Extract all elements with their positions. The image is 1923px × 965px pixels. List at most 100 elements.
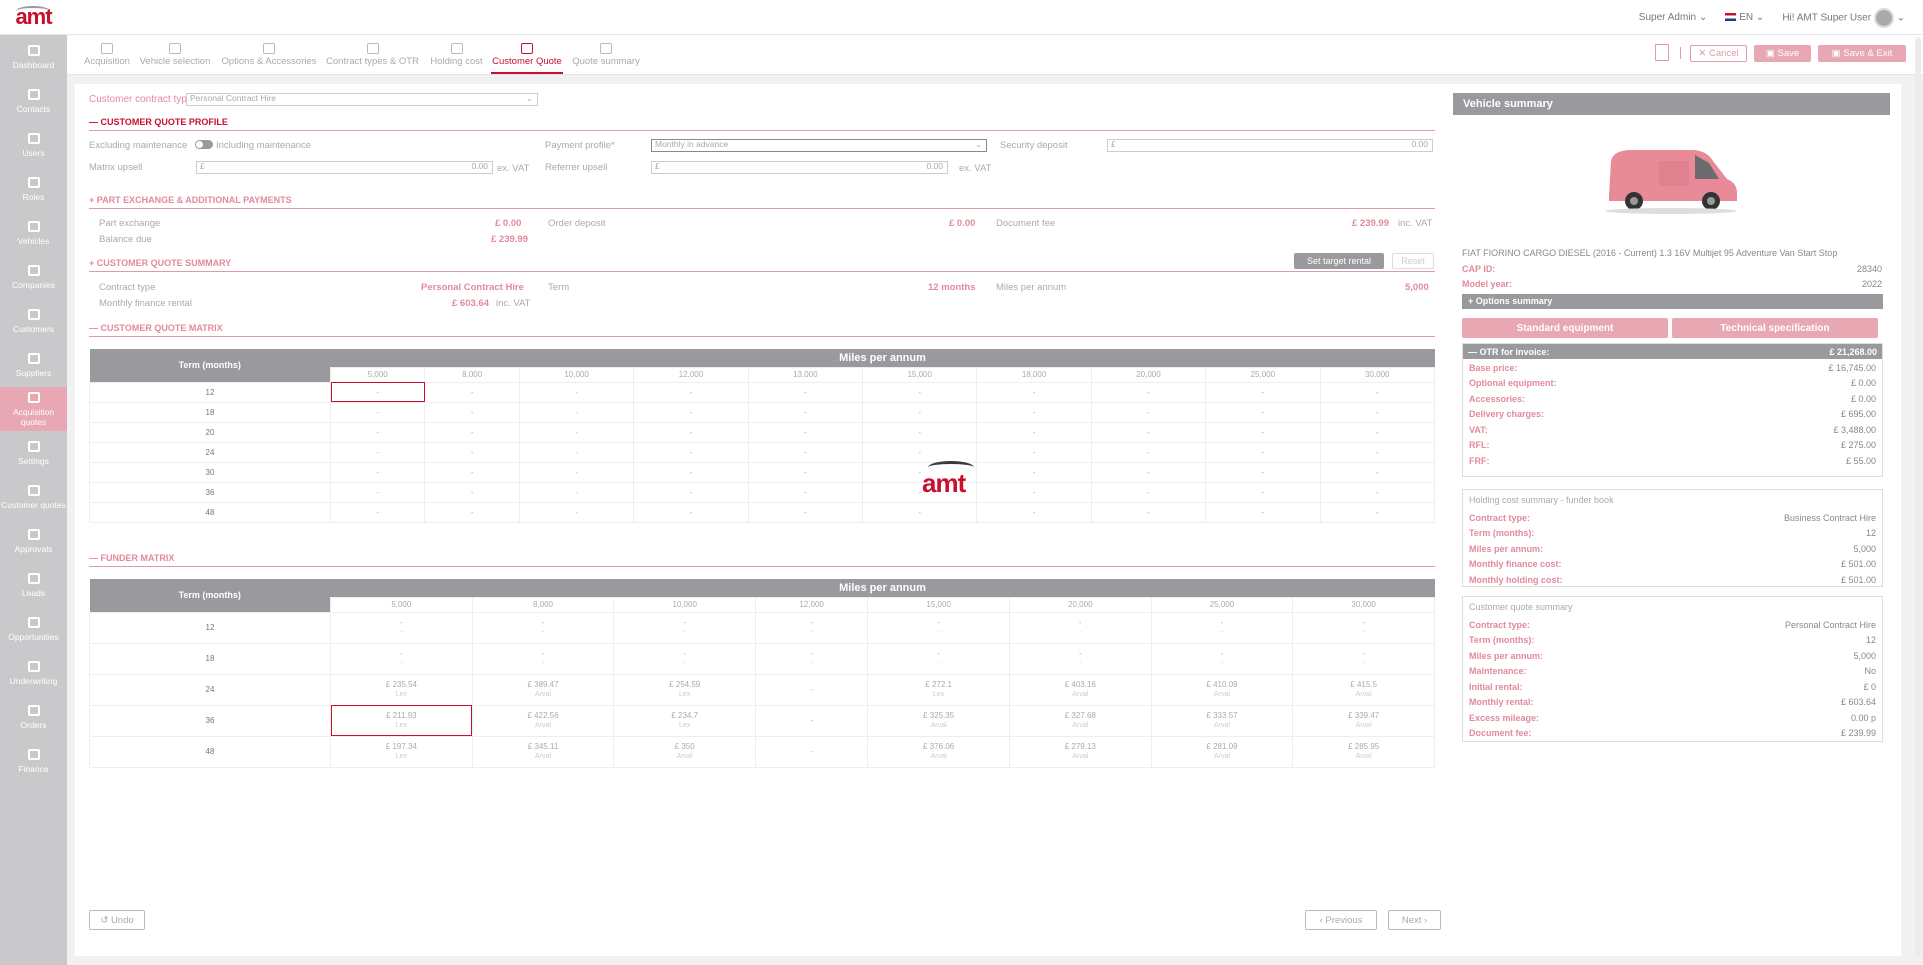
- cancel-button[interactable]: ✕ Cancel: [1690, 45, 1747, 62]
- quote-cell[interactable]: -: [329, 421, 426, 443]
- part-exchange-header[interactable]: + PART EXCHANGE & ADDITIONAL PAYMENTS: [89, 195, 1435, 209]
- maintenance-toggle[interactable]: [195, 140, 213, 149]
- funder-cell[interactable]: £ 422.56 Arval: [471, 704, 615, 737]
- quote-cell[interactable]: -: [1319, 481, 1436, 503]
- funder-cell[interactable]: --: [1150, 611, 1294, 644]
- matrix-upsell-input[interactable]: £0.00: [196, 161, 493, 174]
- step-customer-quote[interactable]: Customer Quote: [491, 43, 563, 74]
- sidebar-item-customer-quotes[interactable]: Customer quotes: [0, 475, 67, 519]
- role-selector[interactable]: Super Admin ⌄: [1639, 12, 1707, 23]
- funder-cell[interactable]: £ 350 Arval: [613, 735, 757, 768]
- sidebar-item-contacts[interactable]: Contacts: [0, 79, 67, 123]
- sidebar-item-underwriting[interactable]: Underwriting: [0, 651, 67, 695]
- quote-cell[interactable]: -: [329, 461, 426, 483]
- quote-cell[interactable]: -: [1205, 501, 1321, 523]
- contract-type-select[interactable]: Personal Contract Hire ⌄: [186, 93, 538, 106]
- funder-cell[interactable]: £ 333.57 Arval: [1150, 704, 1294, 737]
- quote-cell[interactable]: -: [747, 501, 864, 523]
- payment-profile-select[interactable]: Monthly in advance ⌄: [651, 139, 987, 152]
- quote-cell[interactable]: -: [518, 461, 635, 483]
- scrollbar[interactable]: [1915, 37, 1921, 957]
- quote-cell[interactable]: -: [633, 381, 749, 403]
- quote-cell[interactable]: -: [1090, 461, 1207, 483]
- funder-cell[interactable]: £ 235.54 Lex: [330, 673, 473, 706]
- funder-matrix-header[interactable]: — FUNDER MATRIX: [89, 553, 1435, 567]
- quote-cell[interactable]: -: [862, 401, 978, 423]
- quote-cell[interactable]: -: [633, 441, 749, 463]
- quote-cell[interactable]: -: [518, 481, 635, 503]
- quote-cell[interactable]: -: [747, 481, 864, 503]
- sidebar-item-finance[interactable]: Finance: [0, 739, 67, 783]
- sidebar-item-dashboard[interactable]: Dashboard: [0, 35, 67, 79]
- funder-cell[interactable]: --: [471, 611, 615, 644]
- quote-cell[interactable]: -: [1090, 401, 1207, 423]
- quote-cell[interactable]: -: [633, 481, 749, 503]
- quote-cell[interactable]: -: [1319, 421, 1436, 443]
- funder-cell[interactable]: --: [1150, 642, 1294, 675]
- sidebar-item-suppliers[interactable]: Suppliers: [0, 343, 67, 387]
- quote-cell[interactable]: -: [1090, 421, 1207, 443]
- quote-cell[interactable]: -: [424, 421, 520, 443]
- sidebar-item-orders[interactable]: Orders: [0, 695, 67, 739]
- user-menu[interactable]: Hi! AMT Super User ⌄: [1782, 7, 1905, 28]
- quote-cell[interactable]: -: [424, 481, 520, 503]
- amt-logo[interactable]: amt: [0, 0, 67, 35]
- quote-cell[interactable]: -: [424, 461, 520, 483]
- sidebar-item-customers[interactable]: Customers: [0, 299, 67, 343]
- reset-button[interactable]: Reset: [1392, 253, 1434, 269]
- funder-cell[interactable]: --: [613, 642, 757, 675]
- quote-cell[interactable]: -: [329, 441, 426, 463]
- quote-cell[interactable]: -: [329, 501, 426, 523]
- sidebar-item-acquisition-quotes[interactable]: Acquisition quotes: [0, 387, 67, 431]
- sidebar-item-roles[interactable]: Roles: [0, 167, 67, 211]
- quote-cell[interactable]: -: [976, 401, 1092, 423]
- quote-cell[interactable]: -: [862, 441, 978, 463]
- sidebar-item-companies[interactable]: Companies: [0, 255, 67, 299]
- quote-cell[interactable]: -: [862, 381, 978, 403]
- funder-cell[interactable]: --: [330, 642, 473, 675]
- step-vehicle-selection[interactable]: Vehicle selection: [139, 43, 211, 67]
- technical-specification-button[interactable]: Technical specification: [1672, 318, 1878, 338]
- quote-cell[interactable]: -: [747, 381, 864, 403]
- quote-cell[interactable]: -: [329, 381, 426, 403]
- step-contract-types-otr[interactable]: Contract types & OTR: [326, 43, 419, 67]
- step-acquisition[interactable]: Acquisition: [82, 43, 132, 67]
- standard-equipment-button[interactable]: Standard equipment: [1462, 318, 1668, 338]
- quote-cell[interactable]: -: [1205, 381, 1321, 403]
- save-button[interactable]: ▣ Save: [1754, 45, 1811, 62]
- funder-cell[interactable]: £ 279.13 Arval: [1008, 735, 1152, 768]
- quote-cell[interactable]: -: [518, 501, 635, 523]
- funder-cell[interactable]: £ 254.59 Lex: [613, 673, 757, 706]
- step-options-accessories[interactable]: Options & Accessories: [221, 43, 317, 67]
- quote-cell[interactable]: -: [976, 461, 1092, 483]
- sidebar-item-opportunities[interactable]: Opportunities: [0, 607, 67, 651]
- quote-cell[interactable]: -: [1205, 481, 1321, 503]
- funder-cell[interactable]: --: [867, 642, 1010, 675]
- cq-matrix-header[interactable]: — CUSTOMER QUOTE MATRIX: [89, 323, 1435, 337]
- funder-cell[interactable]: £ 211.93 Lex: [330, 704, 473, 737]
- next-button[interactable]: Next ›: [1388, 910, 1441, 930]
- quote-cell[interactable]: -: [633, 401, 749, 423]
- quote-cell[interactable]: -: [976, 381, 1092, 403]
- quote-cell[interactable]: -: [1205, 441, 1321, 463]
- funder-cell[interactable]: --: [1008, 642, 1152, 675]
- funder-cell[interactable]: £ 285.95 Arval: [1292, 735, 1435, 768]
- quote-cell[interactable]: -: [976, 501, 1092, 523]
- funder-cell[interactable]: £ 345.11 Arval: [471, 735, 615, 768]
- quote-cell[interactable]: -: [747, 401, 864, 423]
- set-target-rental-button[interactable]: Set target rental: [1294, 253, 1384, 269]
- options-summary-toggle[interactable]: + Options summary: [1462, 294, 1883, 309]
- step-quote-summary[interactable]: Quote summary: [570, 43, 642, 67]
- funder-cell[interactable]: -: [755, 735, 869, 768]
- quote-cell[interactable]: -: [633, 461, 749, 483]
- quote-cell[interactable]: -: [747, 461, 864, 483]
- quote-cell[interactable]: -: [862, 501, 978, 523]
- funder-cell[interactable]: --: [867, 611, 1010, 644]
- quote-cell[interactable]: -: [518, 441, 635, 463]
- sidebar-item-leads[interactable]: Leads: [0, 563, 67, 607]
- funder-cell[interactable]: £ 389.47 Arval: [471, 673, 615, 706]
- otr-header[interactable]: — OTR for invoice: £ 21,268.00: [1463, 344, 1882, 359]
- undo-button[interactable]: ↺ Undo: [89, 910, 145, 930]
- funder-cell[interactable]: --: [613, 611, 757, 644]
- funder-cell[interactable]: £ 376.06 Arval: [867, 735, 1010, 768]
